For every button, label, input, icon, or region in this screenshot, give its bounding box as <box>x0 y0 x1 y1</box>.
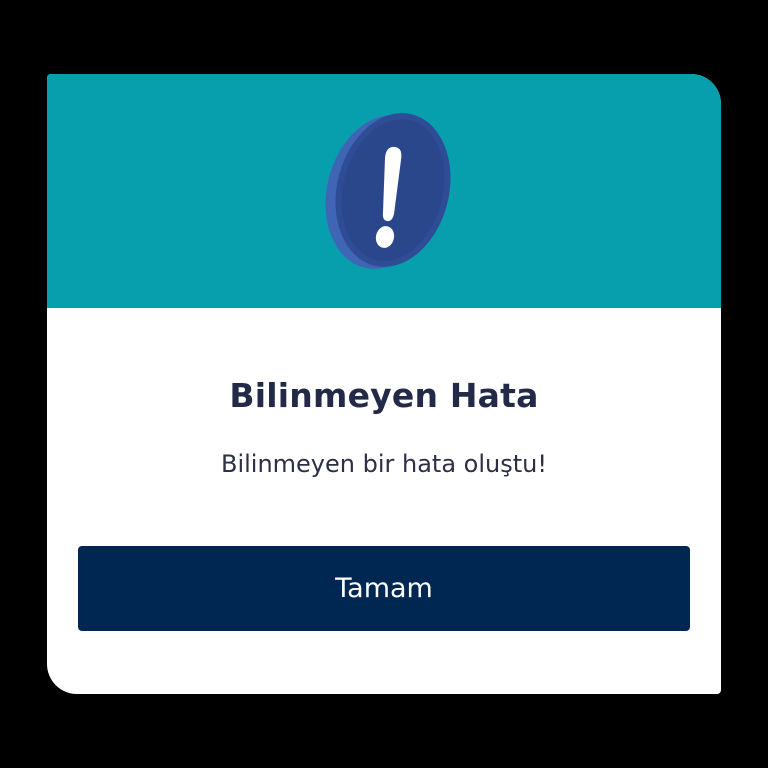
exclamation-coin-icon <box>325 113 451 269</box>
error-dialog: Bilinmeyen Hata Bilinmeyen bir hata oluş… <box>47 74 721 694</box>
dialog-title: Bilinmeyen Hata <box>229 376 539 415</box>
dialog-message: Bilinmeyen bir hata oluştu! <box>220 450 547 478</box>
ok-button[interactable]: Tamam <box>78 546 690 631</box>
dialog-header <box>47 74 721 308</box>
